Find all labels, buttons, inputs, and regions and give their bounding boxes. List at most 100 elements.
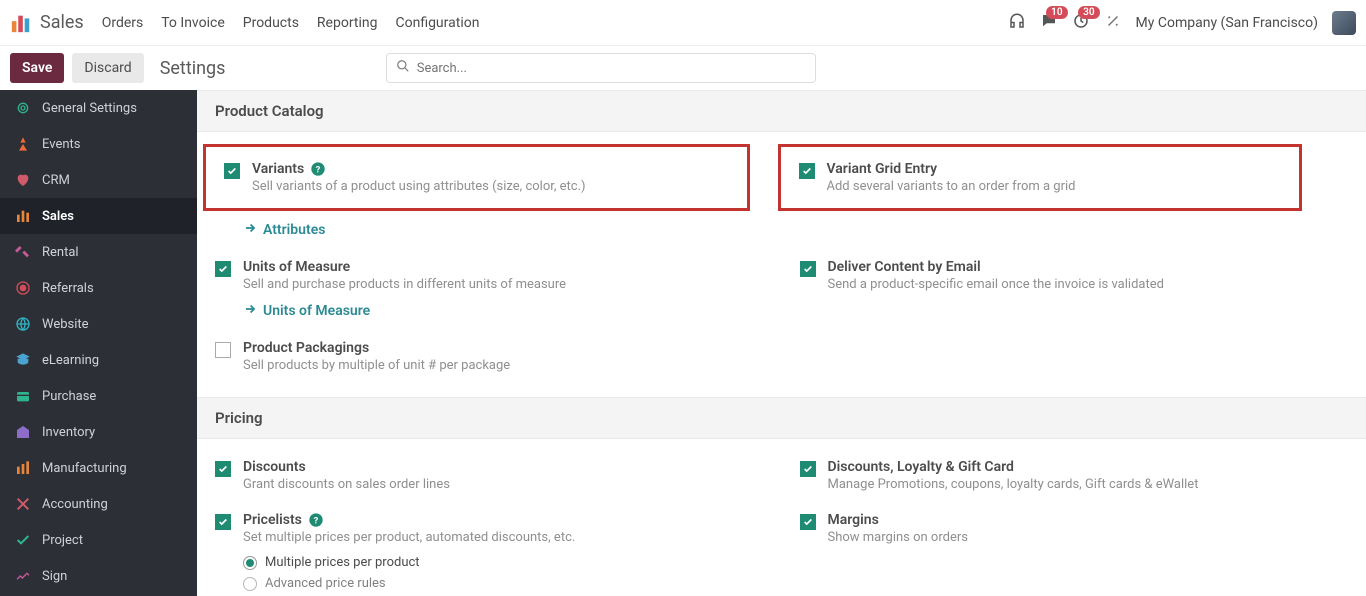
sidebar-item-elearning[interactable]: eLearning <box>0 342 197 378</box>
app-icon <box>10 12 32 34</box>
search-icon <box>396 59 410 77</box>
checkbox-packagings[interactable] <box>215 342 231 358</box>
user-avatar[interactable] <box>1332 11 1356 35</box>
setting-variant-grid-title: Variant Grid Entry <box>827 161 938 177</box>
setting-variants: Variants ? Sell variants of a product us… <box>203 144 750 211</box>
sidebar-item-manufacturing[interactable]: Manufacturing <box>0 450 197 486</box>
activities-icon[interactable]: 30 <box>1072 12 1090 34</box>
sidebar-item-general[interactable]: General Settings <box>0 90 197 126</box>
radio-multiple-prices[interactable] <box>243 556 257 570</box>
sidebar-item-sales[interactable]: Sales <box>0 198 197 234</box>
link-attributes-label: Attributes <box>263 222 325 238</box>
sidebar-item-website[interactable]: Website <box>0 306 197 342</box>
setting-margins-desc: Show margins on orders <box>828 530 1349 545</box>
setting-variants-title: Variants <box>252 161 304 177</box>
messages-badge: 10 <box>1046 6 1067 19</box>
checkbox-variants[interactable] <box>224 163 240 179</box>
checkbox-deliver-email[interactable] <box>800 261 816 277</box>
search-input[interactable] <box>386 53 816 83</box>
menu-products[interactable]: Products <box>243 15 299 31</box>
setting-packagings-title: Product Packagings <box>243 340 369 356</box>
setting-pricelists-desc: Set multiple prices per product, automat… <box>243 530 764 545</box>
sidebar-item-events[interactable]: Events <box>0 126 197 162</box>
support-icon[interactable] <box>1008 12 1026 34</box>
events-icon <box>14 135 32 153</box>
setting-discounts-desc: Grant discounts on sales order lines <box>243 477 764 492</box>
messages-icon[interactable]: 10 <box>1040 12 1058 34</box>
radio-option-advanced-rules[interactable]: Advanced price rules <box>243 576 764 591</box>
sales-icon <box>14 207 32 225</box>
sidebar-item-rental[interactable]: Rental <box>0 234 197 270</box>
menu-reporting[interactable]: Reporting <box>317 15 378 31</box>
menu-orders[interactable]: Orders <box>102 15 144 31</box>
sidebar-item-project[interactable]: Project <box>0 522 197 558</box>
sidebar-item-label: Rental <box>42 245 79 260</box>
top-nav: Sales Orders To Invoice Products Reporti… <box>0 0 1366 46</box>
checkbox-pricelists[interactable] <box>215 514 231 530</box>
sidebar-item-sign[interactable]: Sign <box>0 558 197 594</box>
help-icon[interactable]: ? <box>310 161 326 177</box>
accounting-icon <box>14 495 32 513</box>
manufacturing-icon <box>14 459 32 477</box>
checkbox-margins[interactable] <box>800 514 816 530</box>
tools-icon[interactable] <box>1104 12 1122 34</box>
setting-pricelists: Pricelists ? Set multiple prices per pro… <box>197 498 782 596</box>
svg-text:?: ? <box>316 164 321 175</box>
setting-loyalty-title: Discounts, Loyalty & Gift Card <box>828 459 1014 475</box>
control-bar: Save Discard Settings <box>0 46 1366 90</box>
main-layout: General SettingsEventsCRM Sales Rental Refe… <box>0 90 1366 596</box>
discard-button[interactable]: Discard <box>72 53 143 83</box>
setting-uom: Units of Measure Sell and purchase produ… <box>197 245 782 326</box>
general-icon <box>14 99 32 117</box>
sidebar-item-label: Inventory <box>42 425 95 440</box>
save-button[interactable]: Save <box>10 53 64 83</box>
menu-to-invoice[interactable]: To Invoice <box>161 15 225 31</box>
section-head-pricing: Pricing <box>197 397 1366 439</box>
rental-icon <box>14 243 32 261</box>
menu-configuration[interactable]: Configuration <box>395 15 479 31</box>
activities-badge: 30 <box>1078 6 1099 19</box>
link-uom[interactable]: Units of Measure <box>243 302 764 320</box>
checkbox-loyalty[interactable] <box>800 461 816 477</box>
sidebar-item-referrals[interactable]: Referrals <box>0 270 197 306</box>
arrow-right-icon <box>243 302 257 320</box>
radio-multiple-prices-label: Multiple prices per product <box>265 555 420 570</box>
setting-pricelists-title: Pricelists <box>243 512 302 528</box>
sidebar-item-label: Accounting <box>42 497 108 512</box>
setting-variants-desc: Sell variants of a product using attribu… <box>252 179 729 194</box>
setting-discounts: Discounts Grant discounts on sales order… <box>197 445 782 498</box>
sidebar-item-accounting[interactable]: Accounting <box>0 486 197 522</box>
checkbox-discounts[interactable] <box>215 461 231 477</box>
setting-discounts-title: Discounts <box>243 459 306 475</box>
link-attributes[interactable]: Attributes <box>243 221 764 239</box>
sidebar-item-purchase[interactable]: Purchase <box>0 378 197 414</box>
setting-deliver-email: Deliver Content by Email Send a product-… <box>782 245 1366 326</box>
svg-text:?: ? <box>314 515 319 526</box>
radio-advanced-rules[interactable] <box>243 577 257 591</box>
app-name[interactable]: Sales <box>40 12 84 33</box>
topnav-right: 10 30 My Company (San Francisco) <box>1008 11 1356 35</box>
section-head-product-catalog: Product Catalog <box>197 90 1366 132</box>
sidebar-item-inventory[interactable]: Inventory <box>0 414 197 450</box>
radio-option-multiple-prices[interactable]: Multiple prices per product <box>243 555 764 570</box>
help-icon[interactable]: ? <box>308 512 324 528</box>
sidebar-item-label: Sales <box>42 209 74 224</box>
setting-variant-grid-desc: Add several variants to an order from a … <box>827 179 1282 194</box>
sidebar-item-crm[interactable]: CRM <box>0 162 197 198</box>
checkbox-uom[interactable] <box>215 261 231 277</box>
arrow-right-icon <box>243 221 257 239</box>
sidebar-item-label: eLearning <box>42 353 99 368</box>
page-title: Settings <box>160 58 226 79</box>
sidebar-item-label: Sign <box>42 569 67 584</box>
top-menu: Orders To Invoice Products Reporting Con… <box>102 15 480 31</box>
company-switcher[interactable]: My Company (San Francisco) <box>1136 15 1318 31</box>
setting-uom-desc: Sell and purchase products in different … <box>243 277 764 292</box>
checkbox-variant-grid[interactable] <box>799 163 815 179</box>
purchase-icon <box>14 387 32 405</box>
setting-loyalty: Discounts, Loyalty & Gift Card Manage Pr… <box>782 445 1366 498</box>
setting-deliver-email-title: Deliver Content by Email <box>828 259 981 275</box>
setting-packagings: Product Packagings Sell products by mult… <box>197 326 782 379</box>
setting-uom-title: Units of Measure <box>243 259 350 275</box>
setting-margins: Margins Show margins on orders <box>782 498 1366 596</box>
setting-deliver-email-desc: Send a product-specific email once the i… <box>828 277 1349 292</box>
